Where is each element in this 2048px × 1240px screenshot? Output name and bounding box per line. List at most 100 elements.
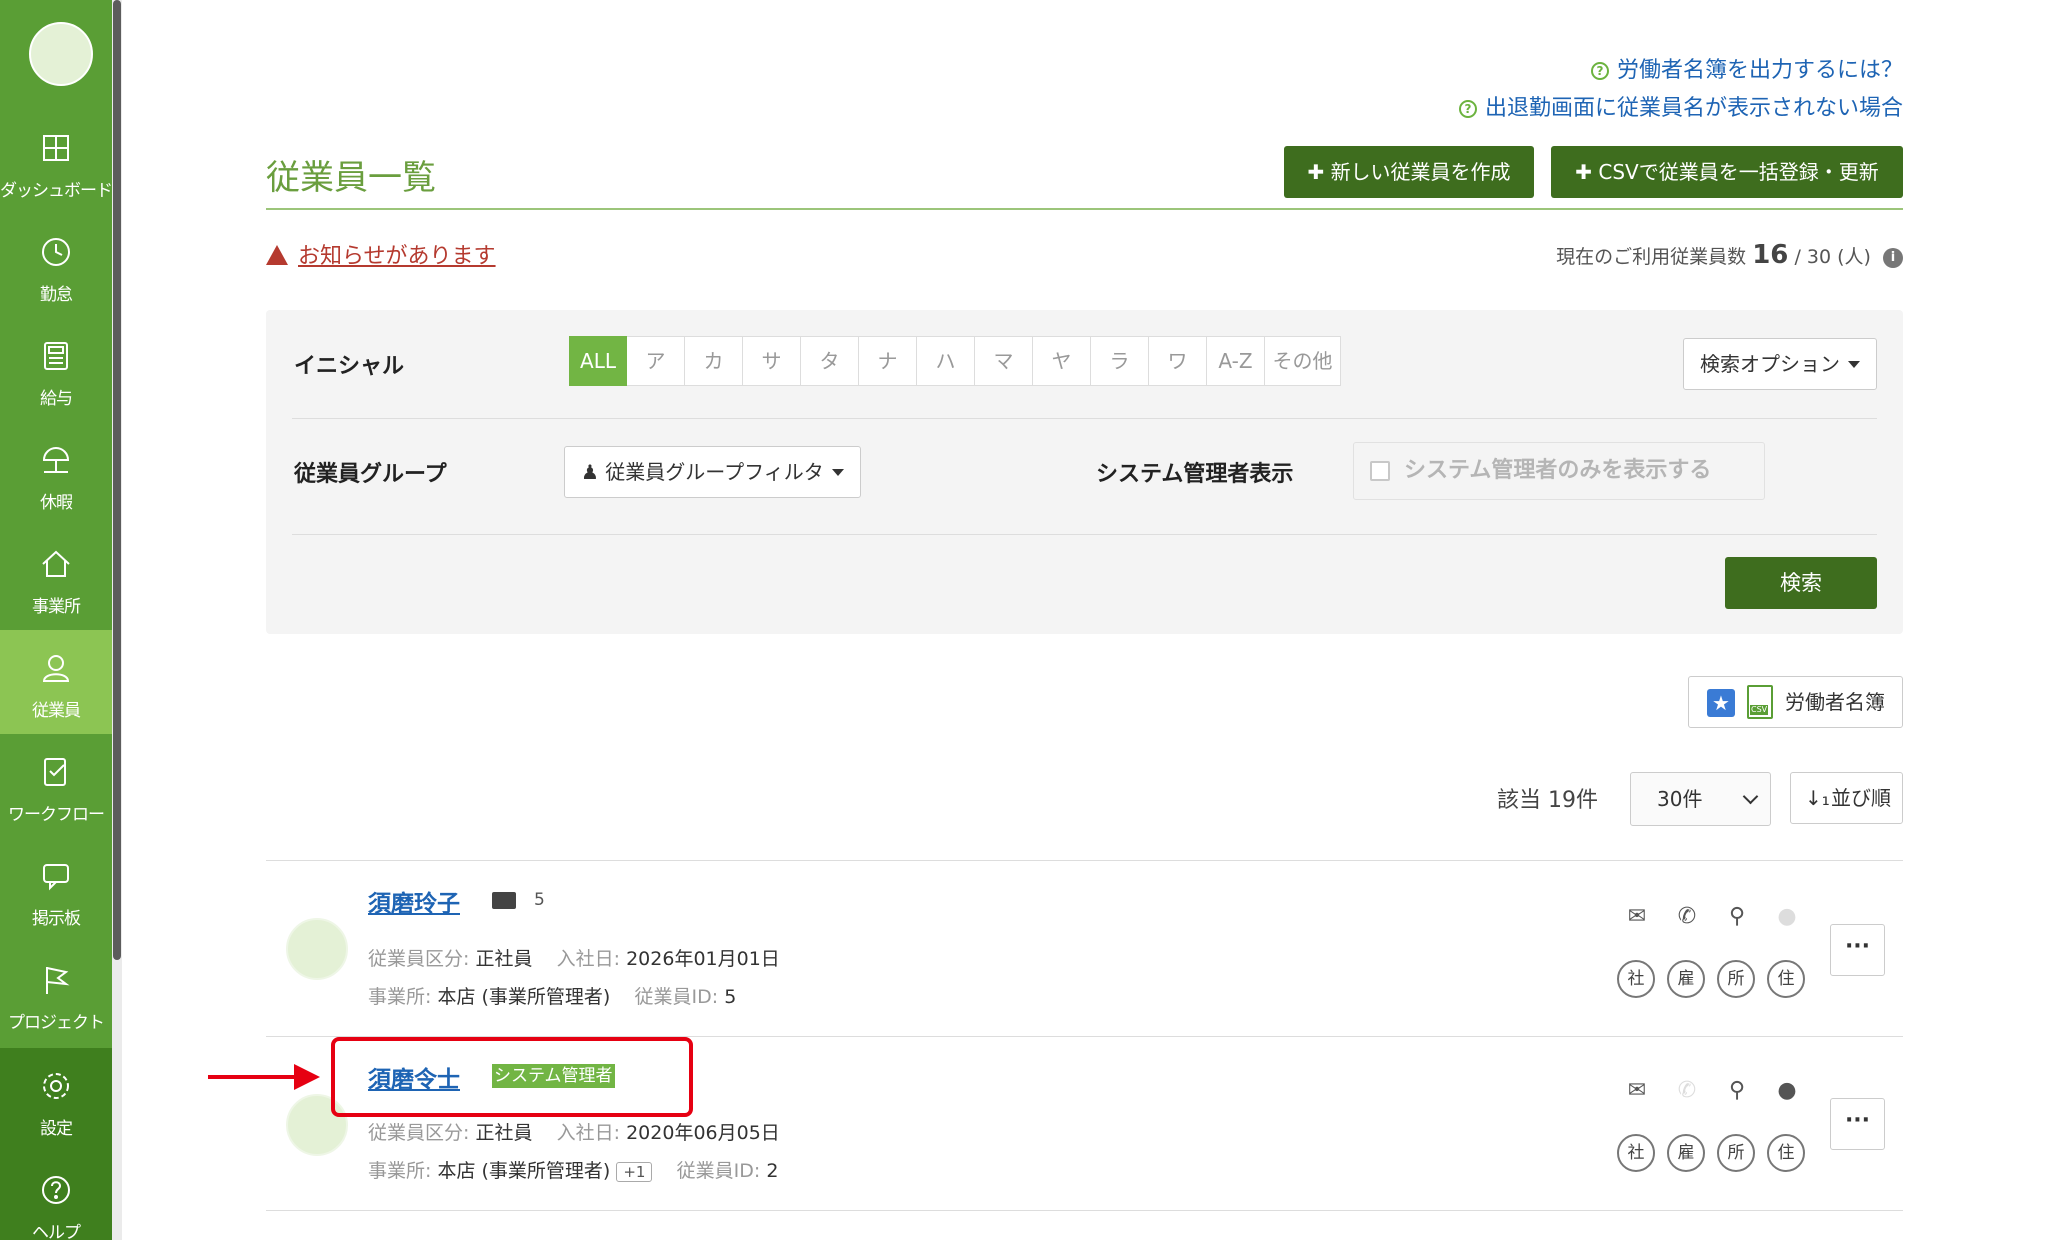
checklist-icon [44, 758, 66, 786]
sidebar-item-project[interactable]: プロジェクト [0, 942, 112, 1046]
notice-link[interactable]: お知らせがあります [266, 238, 496, 270]
resident-tax-badge[interactable]: 住 [1767, 1134, 1805, 1172]
checkbox[interactable] [1370, 461, 1390, 481]
initial-a[interactable]: ア [627, 336, 685, 386]
location-pin-icon[interactable]: ⚲ [1724, 904, 1750, 930]
sort-icon: ↓₁ [1805, 786, 1830, 810]
sidebar-item-office[interactable]: 事業所 [0, 526, 112, 630]
csv-badge-text: CSV [1750, 705, 1769, 715]
initial-other[interactable]: その他 [1265, 336, 1341, 386]
mail-icon[interactable]: ✉ [1624, 904, 1650, 930]
sidebar-item-help[interactable]: ヘルプ [0, 1152, 112, 1240]
sort-button[interactable]: ↓₁ 並び順 [1790, 772, 1903, 824]
sidebar-item-board[interactable]: 掲示板 [0, 838, 112, 942]
chat-icon [43, 864, 69, 891]
employee-type: 正社員 [475, 1122, 533, 1144]
initial-ka[interactable]: カ [685, 336, 743, 386]
caret-down-icon [1848, 361, 1860, 368]
income-tax-badge[interactable]: 所 [1717, 960, 1755, 998]
dashboard-icon [43, 135, 69, 161]
employee-name-link[interactable]: 須磨玲子 [368, 884, 460, 918]
sidebar-item-dashboard[interactable]: ダッシュボード [0, 110, 113, 214]
help-link-roster-export[interactable]: ? 労働者名簿を出力するには？ [1590, 52, 1903, 84]
social-insurance-badge[interactable]: 社 [1617, 1134, 1655, 1172]
info-icon[interactable]: i [1883, 248, 1903, 268]
social-insurance-badge[interactable]: 社 [1617, 960, 1655, 998]
title-divider [266, 208, 1903, 210]
help-circle-icon: ? [1590, 62, 1609, 80]
initial-sa[interactable]: サ [743, 336, 801, 386]
initial-na[interactable]: ナ [859, 336, 917, 386]
clock-icon [42, 238, 70, 266]
initial-ta[interactable]: タ [801, 336, 859, 386]
hire-date: 2026年01月01日 [626, 948, 780, 970]
star-icon: ★ [1707, 689, 1735, 717]
group-label: 従業員グループ [294, 462, 447, 487]
sidebar-item-payroll[interactable]: 給与 [0, 318, 112, 422]
meta-key: 従業員区分: [368, 1122, 470, 1144]
phone-icon[interactable]: ✆ [1674, 904, 1700, 930]
usage-limit: 30 (人) [1806, 246, 1871, 268]
meta-key: 入社日: [556, 948, 621, 970]
admin-display-label: システム管理者表示 [1096, 462, 1294, 487]
help-link-text: 労働者名簿を出力するには？ [1616, 58, 1903, 83]
group-filter-label: 従業員グループフィルタ [605, 460, 824, 484]
csv-file-icon: CSV [1747, 685, 1773, 719]
avatar[interactable] [286, 918, 348, 980]
initial-label: イニシャル [294, 354, 405, 379]
employment-insurance-badge[interactable]: 雇 [1667, 960, 1705, 998]
group-filter-dropdown[interactable]: ♟ 従業員グループフィルタ [564, 446, 861, 498]
initial-ma[interactable]: マ [975, 336, 1033, 386]
more-options-button[interactable]: ··· [1830, 924, 1885, 976]
scrollbar-thumb[interactable] [113, 0, 121, 960]
employment-insurance-badge[interactable]: 雇 [1667, 1134, 1705, 1172]
page-title: 従業員一覧 [266, 158, 436, 198]
annotation-highlight-box [331, 1037, 693, 1117]
search-options-dropdown[interactable]: 検索オプション [1683, 338, 1877, 390]
sidebar-item-attendance[interactable]: 勤怠 [0, 214, 112, 318]
app-logo[interactable] [29, 22, 93, 86]
initial-ha[interactable]: ハ [917, 336, 975, 386]
initial-az[interactable]: A-Z [1207, 336, 1265, 386]
flag-icon [46, 967, 70, 994]
income-tax-badge[interactable]: 所 [1717, 1134, 1755, 1172]
employee-id: 5 [724, 986, 737, 1008]
chat-icon: ● [1777, 904, 1797, 929]
help-link-name-missing[interactable]: ? 出退勤画面に従業員名が表示されない場合 [1458, 90, 1903, 122]
initial-all[interactable]: ALL [569, 336, 627, 386]
location-pin-icon[interactable]: ⚲ [1724, 1078, 1750, 1104]
sidebar-item-employees[interactable]: 従業員 [0, 630, 112, 734]
per-page-select[interactable]: 30件 [1630, 772, 1771, 826]
search-button[interactable]: 検索 [1725, 557, 1877, 609]
sidebar-item-workflow[interactable]: ワークフロー [0, 734, 112, 838]
initial-filter: ALL ア カ サ タ ナ ハ マ ヤ ラ ワ A-Z その他 [569, 336, 1341, 386]
help-link-text: 出退勤画面に従業員名が表示されない場合 [1484, 96, 1903, 121]
csv-import-button[interactable]: ✚ CSVで従業員を一括登録・更新 [1551, 146, 1903, 198]
resident-tax-badge[interactable]: 住 [1767, 960, 1805, 998]
chat-icon[interactable]: ● [1774, 1078, 1800, 1104]
sidebar-item-label: 従業員 [32, 701, 81, 721]
sidebar-item-label: ワークフロー [8, 805, 105, 825]
gear-icon [43, 1073, 69, 1099]
initial-wa[interactable]: ワ [1149, 336, 1207, 386]
employee-meta-line2: 事業所: 本店 (事業所管理者) 従業員ID: 5 [368, 982, 736, 1009]
initial-ya[interactable]: ヤ [1033, 336, 1091, 386]
sidebar-item-settings[interactable]: 設定 [0, 1048, 112, 1152]
sidebar-scrollbar[interactable] [112, 0, 122, 1240]
sidebar-bottom: 設定 ヘルプ [0, 1048, 112, 1240]
worker-roster-button[interactable]: ★ CSV 労働者名簿 [1688, 676, 1903, 728]
admin-only-checkbox[interactable]: システム管理者のみを表示する [1353, 442, 1765, 500]
sidebar: ダッシュボード 勤怠 給与 休暇 事業所 従業員 ワークフロー 掲示板 プロジェ… [0, 0, 122, 1240]
worker-roster-label: 労働者名簿 [1785, 690, 1885, 714]
sidebar-item-leave[interactable]: 休暇 [0, 422, 112, 526]
more-options-button[interactable]: ··· [1830, 1098, 1885, 1150]
initial-ra[interactable]: ラ [1091, 336, 1149, 386]
sidebar-item-label: プロジェクト [8, 1013, 105, 1033]
notice-text: お知らせがあります [298, 244, 496, 269]
office-extra-badge[interactable]: +1 [616, 1162, 653, 1182]
filter-panel: イニシャル ALL ア カ サ タ ナ ハ マ ヤ ラ ワ A-Z その他 検索… [266, 310, 1903, 634]
phone-icon: ✆ [1677, 1078, 1697, 1103]
new-employee-button[interactable]: ✚ 新しい従業員を作成 [1284, 146, 1534, 198]
sidebar-item-label: ダッシュボード [0, 181, 113, 201]
mail-icon[interactable]: ✉ [1624, 1078, 1650, 1104]
